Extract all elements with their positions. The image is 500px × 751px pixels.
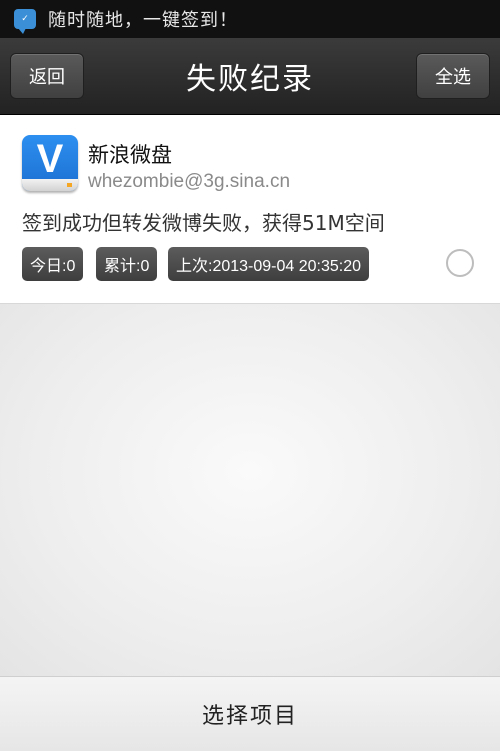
vdisk-logo-base xyxy=(22,179,78,191)
empty-list-area xyxy=(0,304,500,676)
title-bar: 失败纪录 返回 全选 xyxy=(0,38,500,115)
app-name: 新浪微盘 xyxy=(88,143,172,167)
account-email: whezombie@3g.sina.cn xyxy=(88,171,291,192)
chat-bubble-glyph: ✓ xyxy=(21,14,29,24)
total-count-badge: 累计:0 xyxy=(96,247,158,281)
chat-bubble-icon: ✓ xyxy=(14,9,36,34)
today-count-badge: 今日:0 xyxy=(22,247,84,281)
notification-text: 随时随地，一键签到！ xyxy=(48,10,238,31)
vdisk-logo-letter: V xyxy=(36,137,64,181)
back-button[interactable]: 返回 xyxy=(10,53,84,99)
select-radio[interactable] xyxy=(446,249,474,277)
record-message: 签到成功但转发微博失败，获得51M空间 xyxy=(22,211,385,235)
vdisk-logo-icon: V xyxy=(22,135,78,191)
bottom-action-bar[interactable]: 选择项目 xyxy=(0,676,500,751)
failure-record-item[interactable]: V 新浪微盘 whezombie@3g.sina.cn 签到成功但转发微博失败，… xyxy=(0,115,500,304)
last-signin-badge: 上次:2013-09-04 20:35:20 xyxy=(168,247,370,281)
select-items-button[interactable]: 选择项目 xyxy=(202,698,298,730)
status-bar: ✓ 随时随地，一键签到！ xyxy=(0,0,500,38)
select-all-button[interactable]: 全选 xyxy=(416,53,490,99)
